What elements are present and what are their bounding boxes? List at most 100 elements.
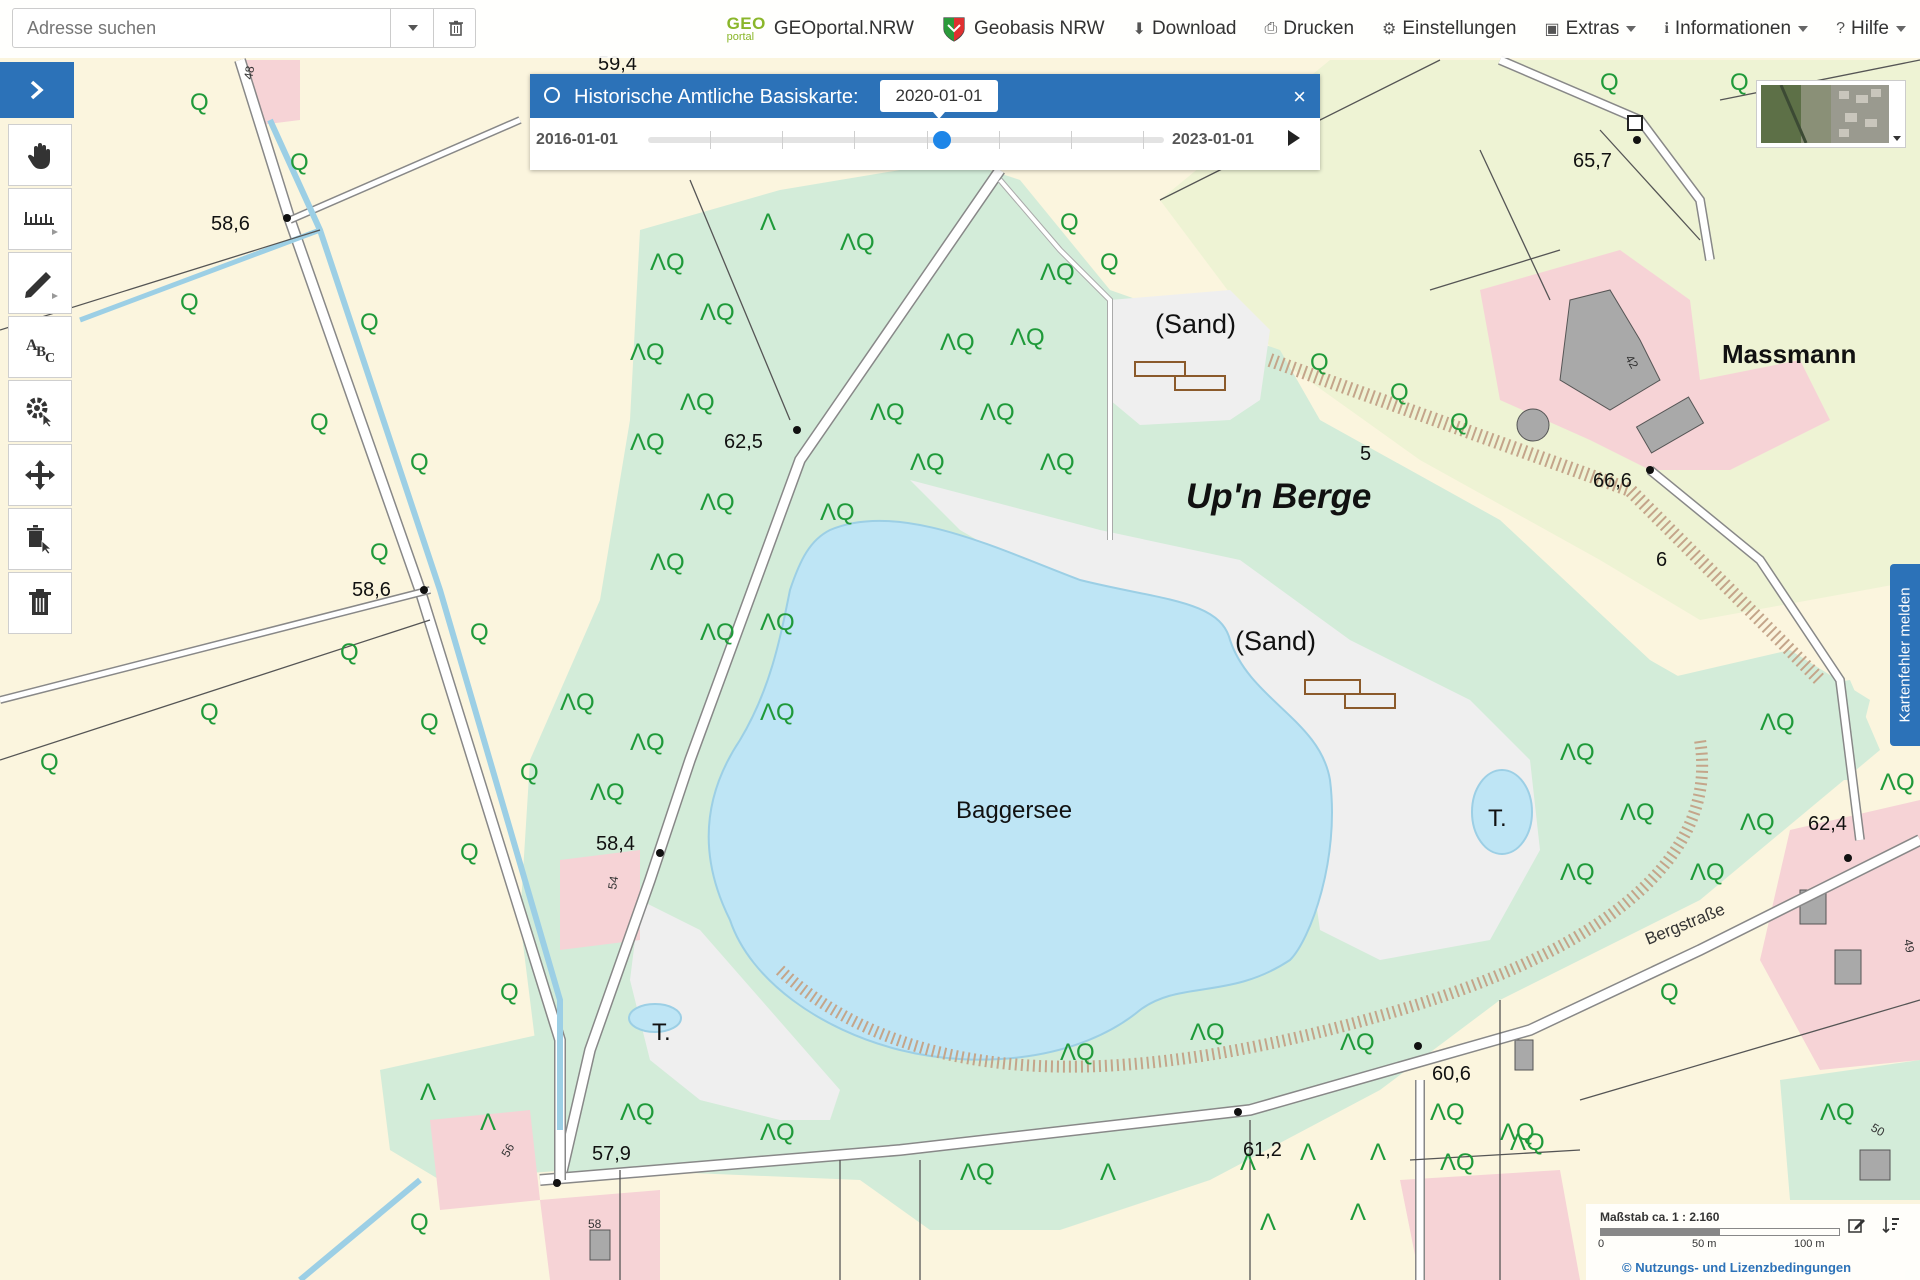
gear-cursor-icon <box>26 397 54 428</box>
edit-scale-icon[interactable] <box>1848 1216 1866 1234</box>
svg-text:ΛQ: ΛQ <box>1740 809 1775 836</box>
chevron-down-icon <box>1896 26 1906 32</box>
svg-text:ΛQ: ΛQ <box>620 1099 655 1126</box>
svg-text:ΛQ: ΛQ <box>760 1119 795 1146</box>
timeline-tick <box>782 131 784 149</box>
measure-tool-button[interactable] <box>8 188 72 250</box>
basemap-switcher[interactable] <box>1756 80 1906 148</box>
svg-text:ΛQ: ΛQ <box>630 729 665 756</box>
move-tool-button[interactable] <box>8 444 72 506</box>
timeline-tick <box>926 131 928 149</box>
chevron-down-icon <box>1893 136 1901 141</box>
svg-text:C: C <box>45 351 55 364</box>
timeline-slider-handle[interactable] <box>933 131 952 149</box>
chevron-right-icon <box>30 80 44 100</box>
svg-text:Q: Q <box>1660 979 1679 1006</box>
timeline-end-date: 2023-01-01 <box>1172 131 1254 148</box>
menu-settings[interactable]: ⚙ Einstellungen <box>1368 0 1530 58</box>
settlement-south-east <box>1400 1170 1580 1280</box>
text-tool-button[interactable]: ABC <box>8 316 72 378</box>
svg-text:49: 49 <box>1901 938 1917 954</box>
svg-text:ΛQ: ΛQ <box>650 249 685 276</box>
svg-text:ΛQ: ΛQ <box>870 399 905 426</box>
svg-text:Q: Q <box>370 539 389 566</box>
timeline-close-button[interactable]: × <box>1293 84 1306 110</box>
menu-print[interactable]: ⎙ Drucken <box>1250 0 1368 58</box>
timeline-slider-track[interactable] <box>648 131 1164 149</box>
svg-text:ΛQ: ΛQ <box>1430 1099 1465 1126</box>
svg-text:Q: Q <box>180 289 199 316</box>
svg-text:62,4: 62,4 <box>1808 813 1847 835</box>
move-icon <box>25 460 55 490</box>
svg-text:ΛQ: ΛQ <box>700 489 735 516</box>
svg-text:66,6: 66,6 <box>1593 470 1632 492</box>
svg-text:58,6: 58,6 <box>352 579 391 601</box>
menu-info[interactable]: i Informationen <box>1650 0 1822 58</box>
svg-text:ΛQ: ΛQ <box>760 609 795 636</box>
svg-text:5: 5 <box>1360 443 1371 465</box>
search-dropdown-button[interactable] <box>390 9 435 47</box>
scale-tick-50: 50 m <box>1692 1238 1717 1250</box>
svg-text:ΛQ: ΛQ <box>1340 1029 1375 1056</box>
svg-text:Q: Q <box>1100 249 1119 276</box>
label-pond-east: T. <box>1488 805 1507 832</box>
delete-all-tool-button[interactable] <box>8 572 72 634</box>
trig-marker <box>1627 115 1643 131</box>
menu-download[interactable]: ⬇ Download <box>1119 0 1251 58</box>
svg-text:Q: Q <box>290 149 309 176</box>
svg-text:ΛQ: ΛQ <box>940 329 975 356</box>
svg-text:ΛQ: ΛQ <box>910 449 945 476</box>
menu-geoportal-label: GEOportal.NRW <box>773 18 914 39</box>
license-link[interactable]: © Nutzungs- und Lizenzbedingungen <box>1622 1260 1851 1275</box>
delete-select-tool-button[interactable] <box>8 508 72 570</box>
svg-text:ΛQ: ΛQ <box>590 779 625 806</box>
timeline-tick <box>998 131 1000 149</box>
svg-text:ΛQ: ΛQ <box>1620 799 1655 826</box>
menu-geoportal[interactable]: GEO portal GEOportal.NRW <box>713 0 928 58</box>
svg-text:Λ: Λ <box>420 1079 436 1106</box>
svg-text:ΛQ: ΛQ <box>1560 739 1595 766</box>
menu-info-label: Informationen <box>1674 18 1792 39</box>
menu-extras[interactable]: ▣ Extras <box>1530 0 1650 58</box>
label-sand-main: (Sand) <box>1235 626 1316 656</box>
play-icon[interactable] <box>1288 130 1300 146</box>
settings-tool-button[interactable] <box>8 380 72 442</box>
menu-geobasis[interactable]: Geobasis NRW <box>928 0 1119 58</box>
svg-text:ΛQ: ΛQ <box>1040 449 1075 476</box>
svg-text:58,6: 58,6 <box>211 213 250 235</box>
sort-icon[interactable] <box>1882 1216 1900 1234</box>
svg-text:ΛQ: ΛQ <box>1560 859 1595 886</box>
report-map-error-tab[interactable]: Kartenfehler melden <box>1890 564 1920 746</box>
label-pond-west: T. <box>652 1019 671 1046</box>
menu-help-label: Hilfe <box>1850 18 1889 39</box>
building-silo <box>1516 408 1550 442</box>
svg-text:Q: Q <box>460 839 479 866</box>
menu-help[interactable]: ? Hilfe <box>1822 0 1920 58</box>
svg-text:ΛQ: ΛQ <box>840 229 875 256</box>
svg-text:Λ: Λ <box>1100 1159 1116 1186</box>
svg-text:Λ: Λ <box>760 209 776 236</box>
draw-tool-button[interactable] <box>8 252 72 314</box>
svg-text:ΛQ: ΛQ <box>1440 1149 1475 1176</box>
svg-text:58,4: 58,4 <box>596 833 635 855</box>
scale-bar: Maßstab ca. 1 : 2.160 0 50 m 100 m © Nut… <box>1586 1204 1920 1280</box>
toolbar-expand-button[interactable] <box>0 62 74 118</box>
svg-text:ΛQ: ΛQ <box>960 1159 995 1186</box>
search-clear-button[interactable] <box>433 9 478 47</box>
svg-text:Q: Q <box>200 699 219 726</box>
svg-text:Q: Q <box>1060 209 1079 236</box>
svg-text:ΛQ: ΛQ <box>1880 769 1915 796</box>
svg-text:ΛQ: ΛQ <box>980 399 1015 426</box>
trash-icon <box>29 589 51 615</box>
text-abc-icon: ABC <box>26 337 55 364</box>
clock-icon <box>544 87 560 103</box>
address-search-input[interactable] <box>13 9 401 47</box>
svg-text:ΛQ: ΛQ <box>680 389 715 416</box>
map-canvas[interactable]: ΛQΛΛQ ΛQΛQΛQ ΛQΛQΛQ ΛQΛQΛQ ΛQΛQ ΛQ ΛQ ΛQΛQ… <box>0 0 1920 1280</box>
svg-text:58: 58 <box>588 1217 602 1231</box>
pencil-icon <box>25 272 58 299</box>
ruler-icon <box>24 212 58 235</box>
scale-tick-100: 100 m <box>1794 1238 1825 1250</box>
svg-text:Q: Q <box>1730 69 1749 96</box>
pan-tool-button[interactable] <box>8 124 72 186</box>
